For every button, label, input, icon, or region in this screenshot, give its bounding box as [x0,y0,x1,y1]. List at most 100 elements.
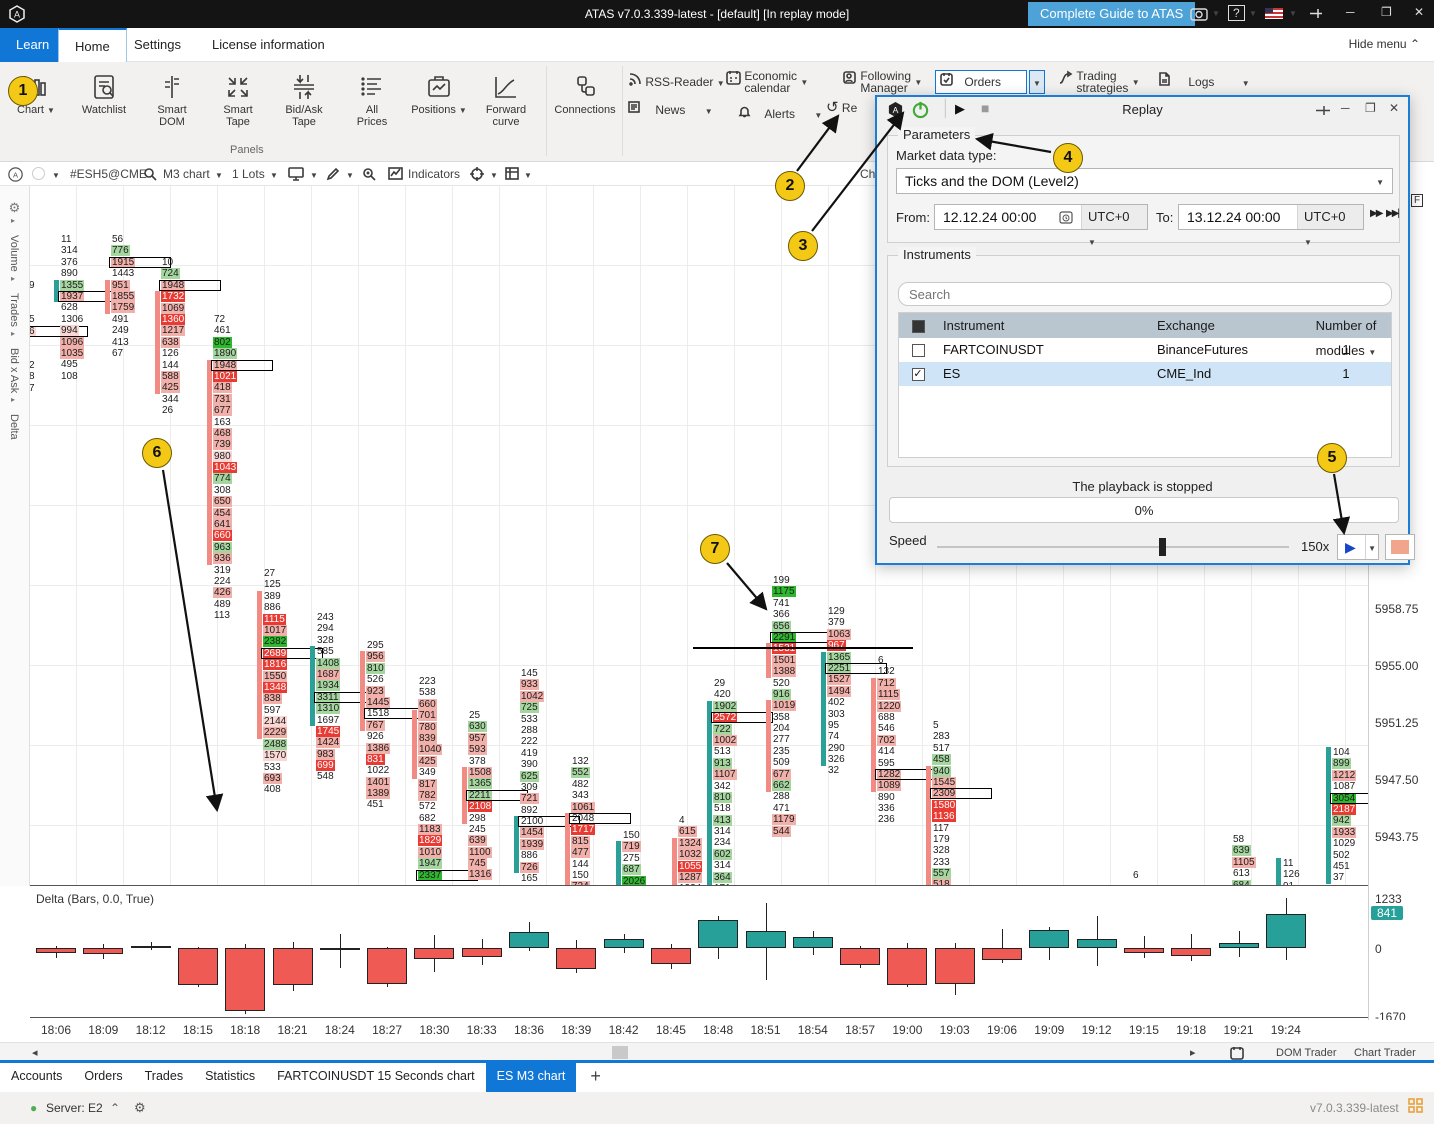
instrument-caret[interactable]: ▼ [52,171,60,180]
dialog-maximize-icon[interactable]: ❐ [1365,101,1376,115]
bidask-tape-button[interactable]: Bid/Ask Tape [272,66,336,144]
scroll-left-icon[interactable]: ◂ [32,1046,38,1059]
complete-guide-button[interactable]: Complete Guide to ATAS [1028,2,1195,26]
language-flag-icon[interactable] [1265,8,1283,19]
replay-ribbon-button[interactable]: ↺ Re [826,102,857,114]
all-prices-button[interactable]: All Prices [340,66,404,144]
connections-button[interactable]: Connections [552,66,618,144]
instrument-color-circle[interactable] [32,167,45,180]
rail-expand-icon[interactable]: ▸ [11,216,29,225]
speed-slider-thumb[interactable] [1159,538,1166,556]
positions-button[interactable]: Positions ▼ [404,66,474,144]
chart-close-icon[interactable]: ✕ [1410,186,1421,188]
zoom-in-icon[interactable] [362,167,376,181]
screenshot-camera-icon[interactable] [1190,6,1208,21]
delta-plot[interactable] [30,886,1368,1018]
fast-forward-icon[interactable]: ▶▶ [1370,208,1381,219]
horizontal-scroll-thumb[interactable] [612,1046,628,1059]
pin-icon[interactable] [1308,7,1324,20]
indicators-label[interactable]: Indicators [408,167,460,181]
watchlist-button[interactable]: Watchlist [72,66,136,144]
col-modules[interactable]: Number of modules ▼ [1303,313,1389,338]
replay-dialog[interactable]: A │ ▶ ■ Replay ─ ❐ ✕ Parameters Market d… [875,95,1410,565]
workspace-tab-statistics[interactable]: Statistics [194,1063,266,1092]
playback-play-button[interactable]: ▶▼ [1337,534,1379,560]
pencil-icon[interactable] [326,167,340,181]
orders-button[interactable]: Orders [935,70,1027,94]
symbol-search-icon[interactable] [143,167,157,181]
lots-label[interactable]: 1 Lots [232,167,265,181]
tab-settings[interactable]: Settings [118,28,197,62]
orders-dropdown-caret[interactable]: ▼ [1029,70,1045,94]
language-dropdown-caret[interactable]: ▼ [1289,9,1297,18]
play-options-caret[interactable]: ▼ [1368,544,1376,553]
timeframe-label[interactable]: M3 chart [163,167,210,181]
skip-to-end-icon[interactable]: ▶▶| [1386,208,1398,219]
rail-item-bid-x-ask[interactable]: Bid x Ask [8,348,20,393]
tab-learn[interactable]: Learn [0,28,65,62]
help-dropdown-caret[interactable]: ▼ [1249,9,1257,18]
delta-panel[interactable]: Delta (Bars, 0.0, True) 12330-1670841 [0,886,1434,1020]
rail-item-volume[interactable]: Volume [8,235,20,272]
tab-license-information[interactable]: License information [196,28,341,62]
maximize-icon[interactable]: ❐ [1381,5,1392,19]
hide-menu-control[interactable]: Hide menu ⌃ [1349,37,1420,51]
layout-icon[interactable] [505,167,519,180]
smart-tape-button[interactable]: Smart Tape [206,66,270,144]
instrument-checkbox[interactable]: ✓ [912,368,925,381]
dialog-close-icon[interactable]: ✕ [1389,101,1399,115]
rail-expand-icon[interactable]: ▸ [11,329,29,338]
market-data-type-select[interactable]: Ticks and the DOM (Level2)▼ [896,168,1393,194]
gear-icon[interactable]: ⚙ [0,200,29,216]
from-timezone-select[interactable]: UTC+0 ▼ [1081,205,1147,229]
chart-trader-link[interactable]: Chart Trader [1354,1047,1416,1059]
crosshair-icon[interactable] [470,167,484,181]
workspace-tab-orders[interactable]: Orders [73,1063,133,1092]
server-collapse-icon[interactable]: ⌃ [110,1101,120,1115]
from-calendar-clock-icon[interactable] [1059,210,1073,224]
scroll-right-icon[interactable]: ▸ [1190,1046,1196,1059]
logs-button[interactable]: Logs ▼ [1158,72,1250,90]
to-timezone-select[interactable]: UTC+0 ▼ [1297,205,1363,229]
help-icon[interactable]: ? [1228,5,1245,21]
delta-axis[interactable]: 12330-1670841 [1368,886,1434,1020]
workspace-tab-fartcoinusdt-15-seconds-chart[interactable]: FARTCOINUSDT 15 Seconds chart [266,1063,486,1092]
chart-f-icon[interactable]: F [1411,194,1423,207]
following-manager-button[interactable]: Following Manager ▼ [842,70,922,94]
instruments-table-header[interactable]: Instrument Exchange Number of modules ▼ [899,313,1391,338]
drawn-horizontal-line[interactable] [693,647,913,649]
to-datetime-input[interactable]: 13.12.24 00:00 UTC+0 ▼ [1178,204,1364,230]
news-button[interactable]: News ▼ [628,100,713,118]
dom-trader-link[interactable]: DOM Trader [1276,1047,1337,1059]
tab-home[interactable]: Home [58,28,127,62]
select-all-checkbox[interactable] [912,320,925,333]
instrument-row-es[interactable]: ✓ESCME_Ind1 [899,362,1391,386]
symbol-label[interactable]: #ESH5@CME [70,167,147,181]
time-axis[interactable]: 18:0618:0918:1218:1518:1818:2118:2418:27… [0,1020,1434,1042]
instruments-table[interactable]: Instrument Exchange Number of modules ▼ … [898,312,1392,458]
playback-record-button[interactable] [1385,534,1415,560]
economic-calendar-button[interactable]: Economic calendar ▼ [726,70,808,94]
server-gear-icon[interactable]: ⚙ [134,1100,146,1116]
alerts-button[interactable]: Alerts ▼ [738,104,822,122]
instrument-checkbox[interactable] [912,344,925,357]
close-icon[interactable]: ✕ [1414,5,1424,19]
rail-expand-icon[interactable]: ▸ [11,274,29,283]
grid-apps-icon[interactable] [1408,1098,1424,1114]
workspace-tab-accounts[interactable]: Accounts [0,1063,73,1092]
camera-dropdown-caret[interactable]: ▼ [1212,9,1220,18]
col-instrument[interactable]: Instrument [937,313,1157,338]
screen-icon[interactable] [288,167,304,181]
workspace-tab-es-m3-chart[interactable]: ES M3 chart [486,1063,577,1092]
dialog-minimize-icon[interactable]: ─ [1341,101,1350,115]
rss-reader-button[interactable]: RSS-Reader ▼ [628,72,725,90]
replay-dialog-titlebar[interactable]: A │ ▶ ■ Replay ─ ❐ ✕ [877,97,1408,123]
forward-curve-button[interactable]: Forward curve [474,66,538,144]
add-tab-button[interactable]: + [576,1063,615,1090]
minimize-icon[interactable]: ─ [1346,5,1355,19]
rail-item-delta[interactable]: Delta [8,414,20,440]
col-exchange[interactable]: Exchange [1157,313,1303,338]
dialog-pin-icon[interactable] [1315,105,1331,116]
speed-slider-track[interactable] [937,546,1289,548]
indicators-icon[interactable] [388,167,403,180]
